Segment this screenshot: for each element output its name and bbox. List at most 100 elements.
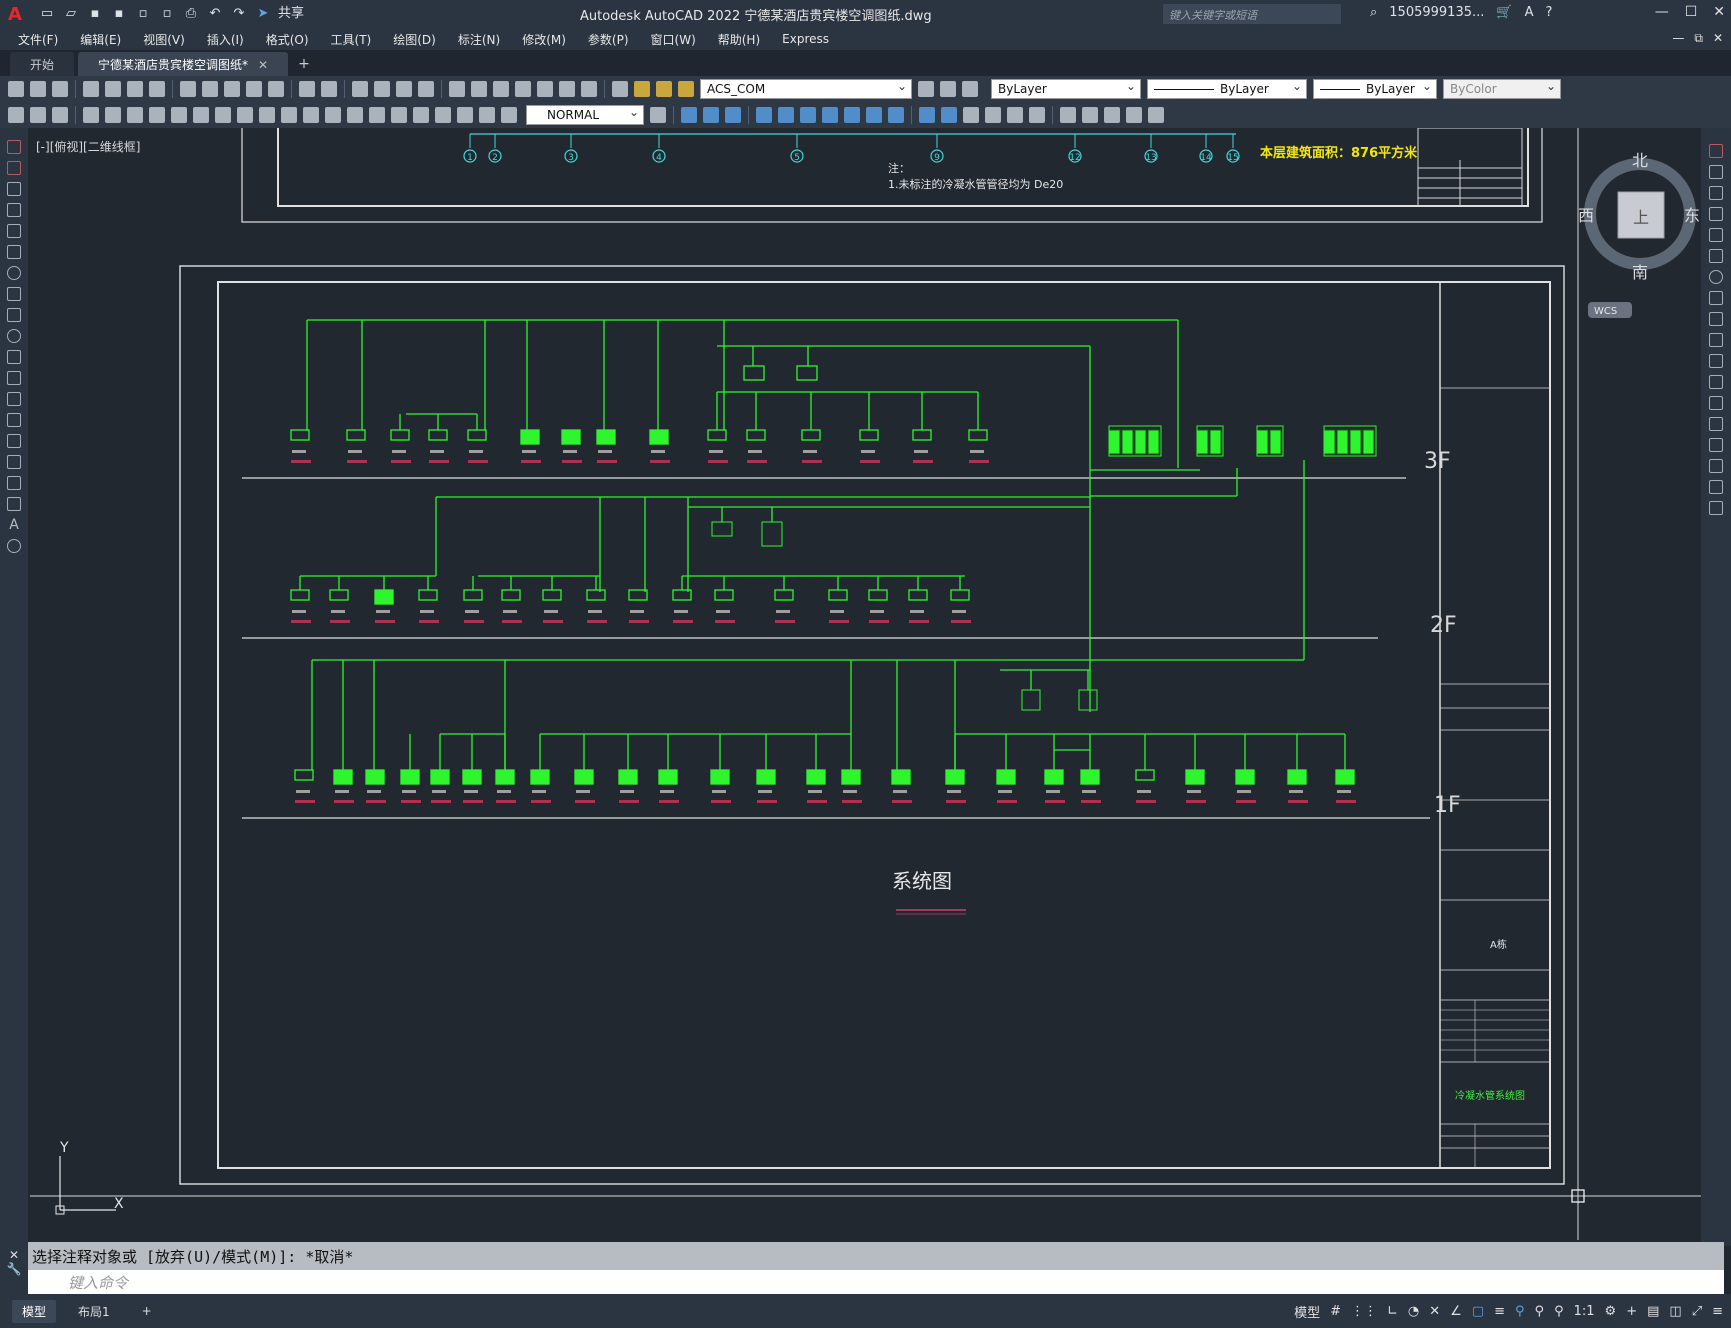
annotation-visibility-icon[interactable]: ⚲ — [1515, 1304, 1525, 1319]
tool-publish-icon[interactable] — [127, 81, 143, 97]
tab-drawing[interactable]: 宁德某酒店贵宾楼空调图纸* ✕ — [78, 52, 289, 76]
menu-draw[interactable]: 绘图(D) — [393, 31, 436, 48]
share-label[interactable]: 共享 — [278, 5, 304, 23]
fillet-icon[interactable] — [1709, 459, 1723, 473]
dim-radius-icon[interactable] — [171, 107, 187, 123]
tool-erase-icon[interactable] — [681, 107, 697, 123]
inspect-icon[interactable] — [413, 107, 429, 123]
dim-jogged-icon[interactable] — [193, 107, 209, 123]
dim-ordinate-icon[interactable] — [149, 107, 165, 123]
dim-quick-icon[interactable] — [259, 107, 275, 123]
dim-edit-icon[interactable] — [457, 107, 473, 123]
tool-properties-icon[interactable] — [449, 81, 465, 97]
jogged-linear-icon[interactable] — [435, 107, 451, 123]
tool-fillet-icon[interactable] — [1007, 107, 1023, 123]
tool-trim-icon[interactable] — [888, 107, 904, 123]
annotation-scale-icon[interactable]: ⚲ — [1554, 1304, 1564, 1319]
tool-attdef-icon[interactable] — [1082, 107, 1098, 123]
menu-format[interactable]: 格式(O) — [266, 31, 309, 48]
dim-diameter-icon[interactable] — [215, 107, 231, 123]
user-account[interactable]: 1505999135... — [1389, 5, 1484, 20]
help-icon[interactable]: ? — [1545, 5, 1552, 20]
dim-arc-icon[interactable] — [127, 107, 143, 123]
tool-3ddwf-icon[interactable] — [149, 81, 165, 97]
gradient-icon[interactable] — [7, 455, 21, 469]
tab-layout1[interactable]: 布局1 — [68, 1300, 120, 1323]
ellipse-icon[interactable] — [7, 329, 21, 343]
scale-icon[interactable] — [1709, 291, 1723, 305]
clean-screen-icon[interactable]: ⤢ — [1692, 1304, 1702, 1319]
drawing-canvas[interactable]: 1 2 3 4 5 9 12 13 14 15 注： 1.未标注的冷凝水管管径均为 De20 本层… — [30, 128, 1701, 1240]
dim-continue-icon[interactable] — [303, 107, 319, 123]
tool-insert-icon[interactable] — [1060, 107, 1076, 123]
tool-qdim-icon[interactable] — [8, 107, 24, 123]
rotate-icon[interactable] — [1709, 270, 1723, 284]
layer-states-icon[interactable] — [962, 81, 978, 97]
snap-icon[interactable]: ⋮⋮ — [1351, 1304, 1377, 1319]
tool-copy-icon[interactable] — [202, 81, 218, 97]
doc-minimize-icon[interactable]: — — [1672, 31, 1684, 46]
tool-rotate-icon[interactable] — [822, 107, 838, 123]
autodesk-app-icon[interactable]: A — [1525, 5, 1534, 20]
menu-modify[interactable]: 修改(M) — [522, 31, 566, 48]
object-snap-tracking-icon[interactable]: ∠ — [1450, 1304, 1462, 1319]
tool-xref-icon[interactable] — [1104, 107, 1120, 123]
close-icon[interactable]: ✕ — [1713, 4, 1725, 20]
spline-icon[interactable] — [7, 308, 21, 322]
center-mark-icon[interactable] — [391, 107, 407, 123]
dim-break-icon[interactable] — [347, 107, 363, 123]
tab-close-icon[interactable]: ✕ — [258, 58, 268, 72]
command-input[interactable]: 键入命令 — [28, 1270, 1724, 1294]
customize-icon[interactable]: 🔧 — [7, 1262, 22, 1276]
tool-designcenter-icon[interactable] — [471, 81, 487, 97]
tool-pan-icon[interactable] — [352, 81, 368, 97]
doc-close-icon[interactable]: ✕ — [1713, 31, 1723, 46]
share-icon[interactable]: ➤ — [254, 5, 272, 23]
ellipse-arc-icon[interactable] — [7, 350, 21, 364]
maximize-icon[interactable]: ☐ — [1685, 4, 1698, 20]
tool-undo-icon[interactable] — [299, 81, 315, 97]
viewport-controls[interactable]: [-][俯视][二维线框] — [36, 138, 140, 155]
undo-icon[interactable]: ↶ — [206, 5, 224, 23]
tool-image-icon[interactable] — [1126, 107, 1142, 123]
erase-icon[interactable] — [1709, 144, 1723, 158]
isodraft-icon[interactable]: ✕ — [1429, 1304, 1440, 1319]
make-current-layer-icon[interactable] — [918, 81, 934, 97]
blend-icon[interactable] — [1709, 480, 1723, 494]
tool-zoom-previous-icon[interactable] — [418, 81, 434, 97]
extend-icon[interactable] — [1709, 354, 1723, 368]
search-icon[interactable]: ⌕ — [1370, 5, 1377, 20]
color-dropdown[interactable]: ByLayer — [991, 79, 1141, 99]
region-icon[interactable] — [7, 476, 21, 490]
tool-open-icon[interactable] — [30, 81, 46, 97]
hardware-accel-icon[interactable]: ▤ — [1647, 1304, 1659, 1319]
minimize-icon[interactable]: — — [1655, 4, 1669, 20]
close-command-icon[interactable]: ✕ — [9, 1248, 19, 1262]
model-space-toggle[interactable]: 模型 — [1294, 1302, 1320, 1321]
break-point-icon[interactable] — [1709, 375, 1723, 389]
tab-model[interactable]: 模型 — [12, 1299, 57, 1323]
plotstyle-dropdown[interactable]: ByColor — [1443, 79, 1561, 99]
rectangle-icon[interactable] — [7, 224, 21, 238]
polar-icon[interactable]: ◔ — [1408, 1304, 1419, 1319]
tool-break-icon[interactable] — [941, 107, 957, 123]
menu-file[interactable]: 文件(F) — [18, 31, 58, 48]
tool-plot-icon[interactable] — [83, 81, 99, 97]
compass-north[interactable]: 北 — [1632, 151, 1648, 170]
tool-zoom-window-icon[interactable] — [396, 81, 412, 97]
tool-help-icon[interactable] — [581, 81, 597, 97]
copy-icon[interactable] — [1709, 165, 1723, 179]
dim-update-icon[interactable] — [501, 107, 517, 123]
table-icon[interactable] — [7, 497, 21, 511]
tool-blockedit-icon[interactable] — [268, 81, 284, 97]
mtext-icon[interactable]: A — [7, 518, 21, 532]
tab-start[interactable]: 开始 — [10, 52, 75, 76]
offset-icon[interactable] — [1709, 207, 1723, 221]
tool-calculator-icon[interactable] — [559, 81, 575, 97]
tool-ucs2-icon[interactable] — [52, 107, 68, 123]
tool-redo-icon[interactable] — [321, 81, 337, 97]
doc-restore-icon[interactable]: ⧉ — [1694, 31, 1703, 46]
stretch-icon[interactable] — [1709, 312, 1723, 326]
hatch-icon[interactable] — [7, 434, 21, 448]
customize-status-icon[interactable]: ≡ — [1712, 1304, 1723, 1319]
